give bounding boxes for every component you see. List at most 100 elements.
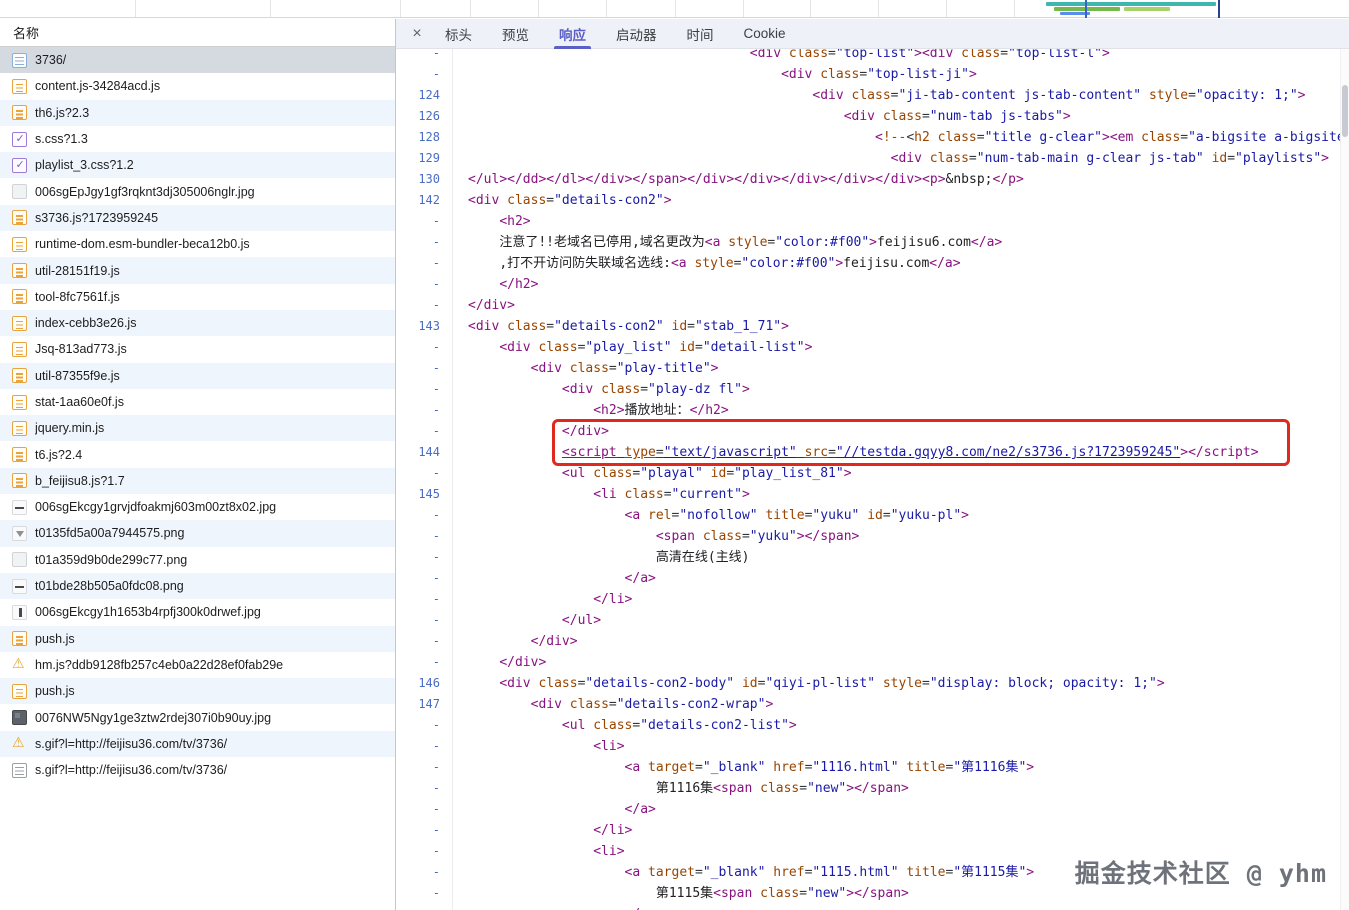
request-list[interactable]: 3736/content.js-34284acd.js th6.js?2.3 s.c…: [0, 47, 395, 910]
tab-cookies[interactable]: Cookie: [729, 19, 801, 49]
request-row[interactable]: runtime-dom.esm-bundler-beca12b0.js: [0, 231, 395, 257]
request-row[interactable]: tool-8fc7561f.js: [0, 284, 395, 310]
script-icon: [12, 394, 27, 410]
code-line: 146 <div class="details-con2-body" id="q…: [396, 673, 1349, 694]
code-line-content: <!--<h2 class="title g-clear"><em class=…: [452, 127, 1349, 148]
line-number: -: [432, 361, 440, 375]
script-icon: [12, 420, 27, 436]
request-row[interactable]: playlist_3.css?1.2: [0, 152, 395, 179]
request-label: 006sgEkcgy1h1653b4rpfj300k0drwef.jpg: [35, 605, 261, 620]
line-number: -: [432, 739, 440, 753]
request-row[interactable]: stat-1aa60e0f.js: [0, 389, 395, 415]
devtools-network-panel: 名称 3736/content.js-34284acd.js th6.js?2.3…: [0, 0, 1349, 910]
code-line: - <div class="top-list"><div class="top-…: [396, 49, 1349, 64]
request-row[interactable]: push.js: [0, 678, 395, 705]
image-dash-icon: [12, 499, 27, 515]
request-row[interactable]: push.js: [0, 625, 395, 652]
code-line: 143 <div class="details-con2" id="stab_1_…: [396, 316, 1349, 337]
request-row[interactable]: util-28151f19.js: [0, 257, 395, 284]
request-row[interactable]: t01bde28b505a0fdc08.png: [0, 572, 395, 600]
vertical-scrollbar[interactable]: [1340, 49, 1349, 910]
code-line-content: 高清在线(主线): [452, 547, 1349, 568]
code-line: - 高清在线(主线): [396, 547, 1349, 568]
code-line: - </h2>: [396, 274, 1349, 295]
line-number: -: [432, 382, 440, 396]
line-number: 126: [418, 109, 440, 123]
response-code-viewer[interactable]: - <div class="top-list"><div class="top-…: [396, 49, 1349, 910]
code-line: - 第1115集<span class="new"></span>: [396, 883, 1349, 904]
code-line: - <span class="yuku"></span>: [396, 526, 1349, 547]
request-row[interactable]: b_feijisu8.js?1.7: [0, 467, 395, 495]
requests-column-header[interactable]: 名称: [0, 19, 395, 47]
line-number: -: [396, 904, 452, 910]
request-row[interactable]: Jsq-813ad773.js: [0, 336, 395, 362]
tab-preview[interactable]: 预览: [487, 19, 544, 49]
request-row[interactable]: th6.js?2.3: [0, 99, 395, 126]
code-line-content: </ul>: [452, 610, 1349, 631]
request-label: util-28151f19.js: [35, 263, 120, 278]
request-row[interactable]: s.gif?l=http://feijisu36.com/tv/3736/: [0, 757, 395, 783]
request-row[interactable]: 006sgEpJgy1gf3rqknt3dj305006nglr.jpg: [0, 178, 395, 204]
requests-column-header-label: 名称: [13, 26, 40, 41]
request-row[interactable]: s.gif?l=http://feijisu36.com/tv/3736/: [0, 730, 395, 758]
request-row[interactable]: 0076NW5Ngy1ge3ztw2rdej307i0b90uy.jpg: [0, 704, 395, 730]
line-number: -: [432, 886, 440, 900]
code-line: - </div>: [396, 631, 1349, 652]
code-line: - <a target="_blank" href="1115.html" ti…: [396, 862, 1349, 883]
code-line: 124 <div class="ji-tab-content js-tab-co…: [396, 85, 1349, 106]
request-row[interactable]: s3736.js?1723959245: [0, 204, 395, 232]
request-row[interactable]: s.css?1.3: [0, 126, 395, 152]
network-overview-strip[interactable]: [0, 0, 1349, 18]
code-line: - <div class="play-dz fl">: [396, 379, 1349, 400]
line-number: -: [432, 655, 440, 669]
request-label: s.css?1.3: [35, 132, 88, 147]
tab-initiator[interactable]: 启动器: [601, 19, 672, 49]
line-number: -: [432, 298, 440, 312]
request-row[interactable]: 3736/: [0, 47, 395, 74]
code-line: - <div class="play-title">: [396, 358, 1349, 379]
code-line: 145 <li class="current">: [396, 484, 1349, 505]
code-line-content: <div class="details-con2-wrap">: [452, 694, 1349, 715]
request-row[interactable]: jquery.min.js: [0, 415, 395, 442]
code-line-content: <div class="details-con2-body" id="qiyi-…: [452, 673, 1349, 694]
line-number: -: [432, 214, 440, 228]
code-line-content: </ul></dd></dl></div></span></div></div>…: [452, 169, 1349, 190]
request-row[interactable]: index-cebb3e26.js: [0, 309, 395, 337]
code-line-content: <div class="top-list-ji">: [452, 64, 1349, 85]
request-label: t01a359d9b0de299c77.png: [35, 552, 188, 567]
timeline-divider: [606, 0, 607, 17]
file-icon: [12, 762, 27, 778]
line-number: -: [432, 424, 440, 438]
code-line: - </div>: [396, 295, 1349, 316]
code-line-content: <ul class="playal" id="play_list_81">: [452, 463, 1349, 484]
request-row[interactable]: t6.js?2.4: [0, 441, 395, 467]
request-label: 3736/: [35, 53, 67, 68]
line-number: 145: [418, 487, 440, 501]
tab-timing[interactable]: 时间: [672, 19, 729, 49]
timeline-divider: [810, 0, 811, 17]
request-label: s.gif?l=http://feijisu36.com/tv/3736/: [35, 763, 228, 778]
code-line: - <h2>: [396, 211, 1349, 232]
request-row[interactable]: util-87355f9e.js: [0, 362, 395, 389]
request-row[interactable]: t0135fd5a00a7944575.png: [0, 520, 395, 547]
request-row[interactable]: 006sgEkcgy1h1653b4rpfj300k0drwef.jpg: [0, 599, 395, 625]
stylesheet-icon: [12, 131, 27, 147]
tab-headers[interactable]: 标头: [430, 19, 487, 49]
scrollbar-thumb[interactable]: [1342, 85, 1348, 137]
script-icon: [12, 315, 27, 331]
code-line: 129 <div class="num-tab-main g-clear js-…: [396, 148, 1349, 169]
timeline-divider: [946, 0, 947, 17]
script-icon: [12, 105, 27, 121]
network-main-split: 名称 3736/content.js-34284acd.js th6.js?2.3…: [0, 19, 1349, 910]
tab-response[interactable]: 响应: [544, 19, 601, 49]
request-label: stat-1aa60e0f.js: [35, 395, 124, 409]
request-label: t01bde28b505a0fdc08.png: [35, 579, 184, 594]
request-row[interactable]: 006sgEkcgy1grvjdfoakmj603m00zt8x02.jpg: [0, 494, 395, 520]
request-row[interactable]: content.js-34284acd.js: [0, 73, 395, 99]
code-line-content: </h2>: [452, 274, 1349, 295]
line-number: -: [432, 466, 440, 480]
close-icon[interactable]: ×: [404, 25, 430, 43]
request-row[interactable]: hm.js?ddb9128fb257c4eb0a22d28ef0fab29e: [0, 652, 395, 678]
line-number: 143: [418, 319, 440, 333]
request-row[interactable]: t01a359d9b0de299c77.png: [0, 547, 395, 573]
